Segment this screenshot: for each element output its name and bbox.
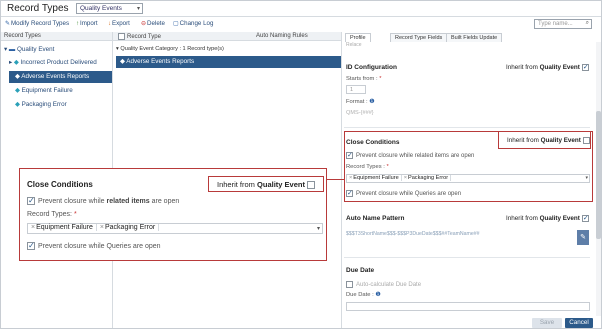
modify-icon: ✎ (5, 21, 11, 27)
record-type-select-value: Quality Events (80, 5, 122, 12)
auto-name-pattern-title: Auto Name Pattern (346, 215, 405, 222)
format-label: Format : ❶ (346, 99, 375, 105)
id-configuration-title: ID Configuration (346, 64, 397, 71)
callout-prevent-queries-row[interactable]: Prevent closure while Queries are open (27, 241, 161, 250)
chevron-down-icon: ▾ (136, 6, 140, 12)
callout-inherit[interactable]: Inherit from Quality Event (217, 180, 315, 190)
edit-pattern-button[interactable]: ✎ (577, 230, 589, 245)
tab-built-fields-update[interactable]: Built Fields Update (446, 33, 503, 42)
import-arrow-icon: ↑ (76, 21, 79, 27)
truncated-field: Relace (346, 42, 362, 48)
due-date-field[interactable] (346, 302, 590, 311)
callout-prevent-queries-checkbox[interactable] (27, 241, 35, 250)
auto-name-pattern-field[interactable]: $$$T3ShortName$$$-$$$P3DueDate$$$##TeamN… (346, 231, 480, 237)
tab-profile[interactable]: Profile (345, 33, 371, 42)
record-type-icon: ◆ (120, 58, 125, 65)
tree-item-adverse-events[interactable]: ◆ Adverse Events Reports (15, 73, 89, 80)
caret-down-icon: ▾ (4, 46, 8, 53)
search-placeholder: Type name... (538, 21, 573, 27)
change-log-icon: ▢ (173, 21, 179, 27)
toolbar: ✎Modify Record Types ↑Import ↓Export ⊖De… (1, 18, 341, 30)
record-type-icon: ◆ (13, 59, 19, 66)
delete-icon: ⊖ (141, 21, 147, 27)
import-button[interactable]: ↑Import (76, 20, 98, 27)
middle-column-header: Record Type Auto Naming Rules (113, 32, 341, 41)
tree-item-equipment-failure[interactable]: ◆ Equipment Failure (15, 87, 73, 94)
export-arrow-icon: ↓ (108, 21, 111, 27)
search-icon[interactable]: ⌕ (586, 20, 589, 27)
select-all-checkbox[interactable] (118, 33, 125, 40)
delete-button[interactable]: ⊖Delete (141, 20, 165, 27)
callout-title: Close Conditions (27, 180, 93, 189)
id-config-inherit[interactable]: Inherit from Quality Event (506, 63, 589, 71)
starts-from-field[interactable]: 1 (346, 85, 366, 94)
zoom-callout: Close Conditions Inherit from Quality Ev… (19, 168, 327, 261)
left-column-header: Record Types (1, 32, 112, 41)
tree-item-packaging-error[interactable]: ◆ Packaging Error (15, 101, 67, 108)
auto-calculate-row[interactable]: Auto-calculate Due Date (346, 281, 421, 288)
callout-tag-equipment-failure[interactable]: ×Equipment Failure (28, 224, 97, 231)
divider (344, 127, 590, 128)
chevron-down-icon[interactable]: ▾ (317, 225, 320, 232)
auto-name-inherit[interactable]: Inherit from Quality Event (506, 214, 589, 222)
info-icon: ❶ (375, 292, 381, 298)
cancel-button[interactable]: Cancel (565, 318, 593, 328)
callout-inherit-checkbox[interactable] (306, 181, 315, 190)
starts-from-label: Starts from : * (346, 76, 382, 82)
close-conditions-highlight-box (344, 131, 593, 202)
callout-record-types-multiselect[interactable]: ×Equipment Failure ×Packaging Error ▾ (27, 223, 323, 234)
divider (341, 32, 342, 328)
info-icon: ❶ (369, 99, 375, 105)
callout-prevent-related-checkbox[interactable] (27, 196, 35, 205)
category-group-label: ▾ Quality Event Category : 1 Record type… (116, 46, 224, 52)
folder-icon: ▬ (8, 46, 16, 53)
tree-item-incorrect-product[interactable]: ▸ ◆ Incorrect Product Delivered (9, 59, 97, 66)
record-type-icon: ◆ (15, 87, 20, 94)
remove-tag-icon[interactable]: × (31, 224, 35, 231)
record-type-select[interactable]: Quality Events ▾ (76, 3, 143, 14)
record-type-icon: ◆ (15, 73, 20, 80)
record-type-icon: ◆ (15, 101, 20, 108)
callout-prevent-related-row[interactable]: Prevent closure while related items are … (27, 196, 179, 205)
callout-tag-packaging-error[interactable]: ×Packaging Error (97, 224, 160, 231)
change-log-button[interactable]: ▢Change Log (173, 20, 213, 27)
tab-record-type-fields[interactable]: Record Type Fields (390, 33, 448, 42)
divider (344, 257, 590, 258)
caret-down-icon: ▾ (116, 46, 119, 52)
search-input[interactable]: Type name... ⌕ (534, 19, 592, 29)
title-bar: Record Types Quality Events ▾ (1, 1, 601, 17)
due-date-title: Due Date (346, 267, 375, 274)
save-button[interactable]: Save (532, 318, 562, 328)
modify-record-types-button[interactable]: ✎Modify Record Types (5, 20, 69, 27)
pencil-icon: ✎ (580, 234, 586, 241)
format-field[interactable]: QMS-{###} (346, 110, 374, 116)
app-window: Record Types Quality Events ▾ Type name.… (0, 0, 602, 329)
id-config-inherit-checkbox[interactable] (581, 63, 589, 71)
auto-name-inherit-checkbox[interactable] (581, 214, 589, 222)
export-button[interactable]: ↓Export (108, 20, 130, 27)
page-title: Record Types (7, 3, 69, 14)
scrollbar-thumb[interactable] (596, 111, 601, 239)
caret-right-icon: ▸ (9, 59, 13, 66)
auto-calculate-checkbox[interactable] (346, 281, 353, 288)
due-date-label: Due Date : ❶ (346, 292, 381, 298)
remove-tag-icon[interactable]: × (100, 224, 104, 231)
callout-record-types-label: Record Types: * (27, 211, 77, 218)
tree-item-quality-event[interactable]: ▾ ▬ Quality Event (4, 46, 54, 53)
table-row[interactable]: ◆ Adverse Events Reports (116, 56, 341, 68)
callout-connector (327, 179, 344, 180)
